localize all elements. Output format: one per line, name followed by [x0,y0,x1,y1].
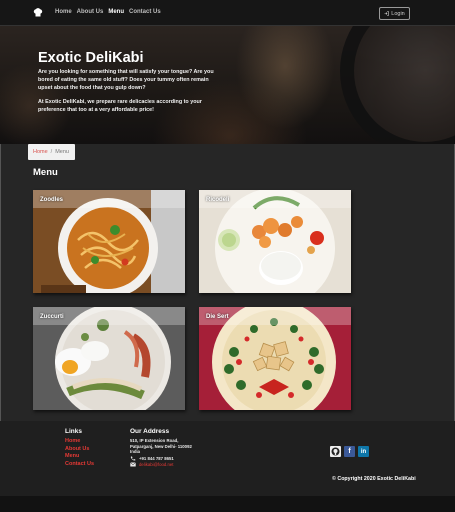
menu-card-zuccurti[interactable]: Zuccurti [33,307,185,410]
nav-links: Home About Us Menu Contact Us [55,9,161,15]
facebook-icon[interactable]: f [344,446,355,457]
menu-heading: Menu [33,167,58,178]
footer-address-title: Our Address [130,428,170,435]
login-button[interactable]: Login [379,7,410,20]
breadcrumb: Home / Menu [28,144,75,160]
footer-links-title: Links [65,428,82,435]
footer-link-about-us[interactable]: About Us [65,446,94,452]
menu-card-die-sert[interactable]: Die Sert [199,307,351,410]
navbar: Home About Us Menu Contact Us Login [0,0,455,26]
footer-link-contact-us[interactable]: Contact Us [65,461,94,467]
breadcrumb-current: Menu [55,149,69,155]
hero-paragraph-2: At Exotic DeliKabi, we prepare rare deli… [38,99,202,113]
footer-email[interactable]: delikabi@food.net [130,462,173,467]
social-links: f in [330,446,369,457]
hero-background-image [340,26,455,144]
footer-email-address[interactable]: delikabi@food.net [139,462,173,467]
copyright-text: © Copyright 2020 Exotic DeliKabi [332,476,416,482]
envelope-icon [130,462,136,467]
breadcrumb-separator: / [50,149,53,155]
footer-links: Home About Us Menu Contact Us [65,438,94,467]
menu-card-zoodles[interactable]: Zoodles [33,190,185,293]
footer-link-home[interactable]: Home [65,438,94,444]
github-icon[interactable] [330,446,341,457]
nav-home[interactable]: Home [55,9,72,15]
menu-card-ricodeli[interactable]: Ricodeli [199,190,351,293]
login-label: Login [391,10,405,17]
linkedin-icon[interactable]: in [358,446,369,457]
footer-link-menu[interactable]: Menu [65,453,94,459]
footer-address: 510, IP Extension Road, Patparganj, New … [130,438,192,454]
nav-contact-us[interactable]: Contact Us [129,9,161,15]
card-label: Die Sert [206,314,229,320]
hero-banner: Exotic DeliKabi Are you looking for some… [0,26,455,144]
breadcrumb-home-link[interactable]: Home [33,149,48,155]
card-label: Zoodles [40,197,64,203]
login-icon [384,11,390,16]
footer-phone: +91 844 787 8651 [130,456,174,461]
nav-menu[interactable]: Menu [108,9,124,15]
card-label: Zuccurti [40,314,64,320]
hero-title: Exotic DeliKabi [38,50,144,66]
nav-about-us[interactable]: About Us [77,9,104,15]
card-label: Ricodeli [206,197,230,203]
phone-icon [130,456,136,461]
chef-hat-icon[interactable] [33,8,43,18]
hero-paragraph-1: Are you looking for something that will … [38,69,214,91]
footer-phone-number: +91 844 787 8651 [139,456,174,461]
footer-bottom-bar [0,496,455,512]
